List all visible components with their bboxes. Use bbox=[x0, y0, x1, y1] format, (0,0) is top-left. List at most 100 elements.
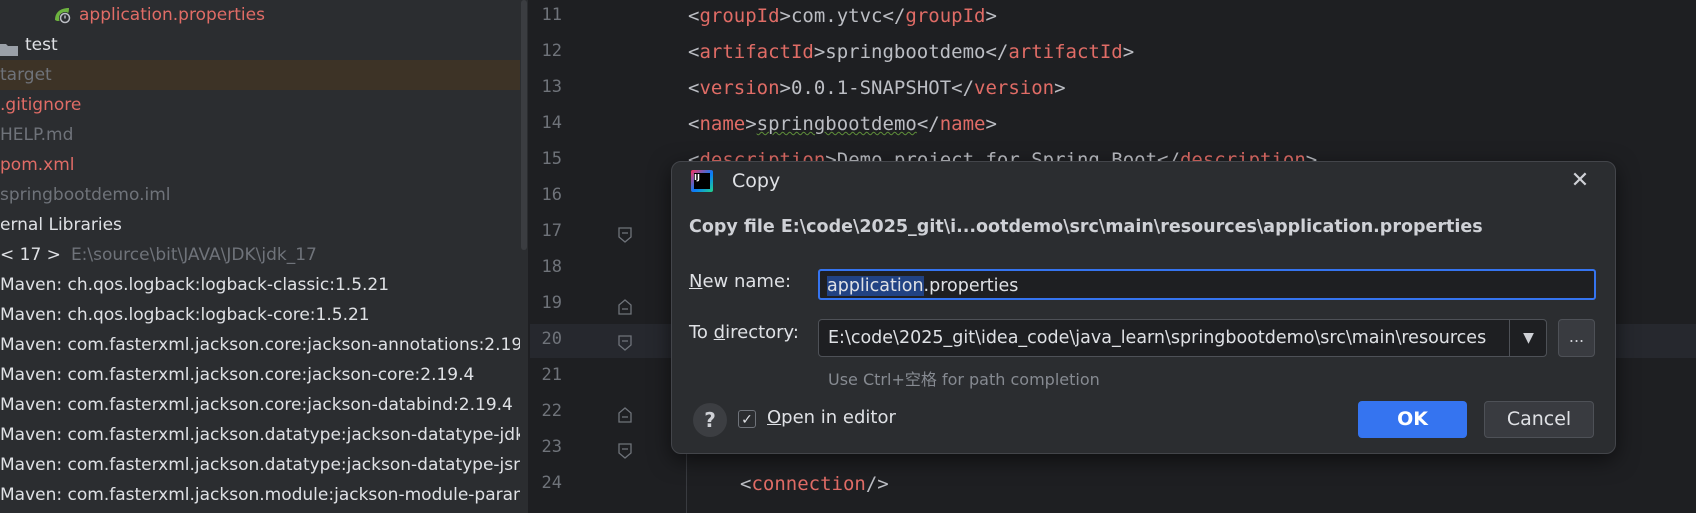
tree-item-label: Maven: com.fasterxml.jackson.core:jackso… bbox=[0, 395, 513, 415]
tree-item[interactable]: application.properties bbox=[0, 0, 528, 30]
new-name-label-text: ew name: bbox=[702, 271, 792, 292]
project-tree-scrollbar-thumb[interactable] bbox=[521, 0, 527, 250]
tree-item[interactable]: Maven: com.fasterxml.jackson.datatype:ja… bbox=[0, 450, 528, 480]
copy-dialog: IJ Copy ✕ Copy file E:\code\2025_git\i..… bbox=[671, 161, 1616, 454]
code-bracket: > bbox=[779, 5, 791, 27]
tree-item-label: Maven: com.fasterxml.jackson.datatype:ja… bbox=[0, 425, 528, 445]
new-name-input[interactable]: application.properties bbox=[818, 269, 1596, 300]
open-in-editor-label[interactable]: Open in editor bbox=[767, 407, 896, 428]
open-in-editor-mnemonic: O bbox=[767, 407, 782, 428]
code-bracket: < bbox=[688, 5, 700, 27]
close-icon[interactable]: ✕ bbox=[1566, 167, 1594, 195]
tree-item-label: springbootdemo.iml bbox=[0, 185, 171, 205]
line-number: 16 bbox=[541, 185, 562, 205]
xml-text: springbootdemo bbox=[825, 41, 986, 63]
fold-collapse-icon[interactable] bbox=[618, 227, 632, 243]
help-button[interactable]: ? bbox=[693, 403, 727, 437]
fold-collapse-icon[interactable] bbox=[618, 335, 632, 351]
code-line: <version>0.0.1-SNAPSHOT</version> bbox=[688, 77, 1066, 99]
tree-item[interactable]: ernal Libraries bbox=[0, 210, 528, 240]
tree-item-label: < 17 > bbox=[0, 245, 61, 265]
xml-tag: artifactId bbox=[1008, 41, 1123, 63]
dialog-heading: Copy file E:\code\2025_git\i...ootdemo\s… bbox=[689, 217, 1483, 237]
cancel-button[interactable]: Cancel bbox=[1484, 401, 1594, 438]
tree-item[interactable]: Maven: com.fasterxml.jackson.core:jackso… bbox=[0, 390, 528, 420]
xml-tag: name bbox=[699, 113, 746, 135]
line-number: 19 bbox=[541, 293, 562, 313]
tree-item-label: Maven: com.fasterxml.jackson.datatype:ja… bbox=[0, 455, 528, 475]
to-directory-mnemonic: d bbox=[713, 322, 726, 343]
code-line: <connection/> bbox=[740, 473, 889, 495]
code-bracket: > bbox=[779, 77, 791, 99]
to-directory-label-text: irectory: bbox=[725, 322, 799, 343]
xml-tag: groupId bbox=[905, 5, 986, 27]
new-name-label: New name: bbox=[689, 271, 791, 292]
tree-item[interactable]: test bbox=[0, 30, 528, 60]
line-number: 21 bbox=[541, 365, 562, 385]
folder-icon bbox=[0, 37, 18, 56]
code-line: <artifactId>springbootdemo</artifactId> bbox=[688, 41, 1134, 63]
ok-button[interactable]: OK bbox=[1358, 401, 1467, 438]
tree-item[interactable]: HELP.md bbox=[0, 120, 528, 150]
line-number: 13 bbox=[541, 77, 562, 97]
fold-collapse-icon[interactable] bbox=[618, 443, 632, 459]
logo-text: IJ bbox=[694, 173, 710, 189]
tree-item[interactable]: .gitignore bbox=[0, 90, 528, 120]
line-number: 18 bbox=[541, 257, 562, 277]
code-bracket: > bbox=[1122, 41, 1135, 63]
tree-item-label: Maven: com.fasterxml.jackson.core:jackso… bbox=[0, 365, 475, 385]
line-number: 14 bbox=[541, 113, 562, 133]
tree-item[interactable]: Maven: ch.qos.logback:logback-classic:1.… bbox=[0, 270, 528, 300]
browse-button[interactable]: ... bbox=[1558, 319, 1595, 357]
xml-tag: version bbox=[974, 77, 1055, 99]
to-directory-label: To directory: bbox=[689, 322, 799, 343]
intellij-logo-icon: IJ bbox=[691, 170, 713, 192]
spring-properties-icon bbox=[52, 5, 72, 25]
code-bracket: > bbox=[745, 113, 757, 135]
tree-item-path: E:\source\bit\JAVA\JDK\jdk_17 bbox=[70, 245, 317, 265]
tree-item-label: Maven: ch.qos.logback:logback-core:1.5.2… bbox=[0, 305, 370, 325]
new-name-mnemonic: N bbox=[689, 271, 703, 292]
line-number: 15 bbox=[541, 149, 562, 169]
open-in-editor-label-text: pen in editor bbox=[781, 407, 896, 428]
xml-tag: groupId bbox=[699, 5, 780, 27]
line-number: 22 bbox=[541, 401, 562, 421]
line-number: 24 bbox=[541, 473, 562, 493]
project-tree: application.properties test target .gitigno… bbox=[0, 0, 528, 513]
fold-end-icon[interactable] bbox=[618, 407, 632, 423]
xml-text: springbootdemo bbox=[756, 113, 917, 135]
xml-tag: artifactId bbox=[699, 41, 814, 63]
tree-item-label: Maven: ch.qos.logback:logback-classic:1.… bbox=[0, 275, 390, 295]
code-line: <groupId>com.ytvc</groupId> bbox=[688, 5, 997, 27]
xml-text: com.ytvc bbox=[790, 5, 883, 27]
code-bracket: > bbox=[985, 5, 997, 27]
line-number: 12 bbox=[541, 41, 562, 61]
tree-item-label: Maven: com.fasterxml.jackson.module:jack… bbox=[0, 485, 528, 505]
line-number: 23 bbox=[541, 437, 562, 457]
tree-item[interactable]: target bbox=[0, 60, 528, 90]
tree-item[interactable]: springbootdemo.iml bbox=[0, 180, 528, 210]
code-bracket: </ bbox=[916, 113, 940, 135]
code-bracket: > bbox=[985, 113, 997, 135]
code-bracket: </ bbox=[951, 77, 975, 99]
to-directory-label-pre: To bbox=[689, 322, 714, 343]
new-name-extension: .properties bbox=[923, 276, 1019, 296]
tree-item[interactable]: < 17 > E:\source\bit\JAVA\JDK\jdk_17 bbox=[0, 240, 528, 270]
fold-end-icon[interactable] bbox=[618, 299, 632, 315]
tree-item[interactable]: pom.xml bbox=[0, 150, 528, 180]
xml-tag: name bbox=[939, 113, 986, 135]
tree-item-label: Maven: com.fasterxml.jackson.core:jackso… bbox=[0, 335, 528, 355]
tree-item[interactable]: Maven: ch.qos.logback:logback-core:1.5.2… bbox=[0, 300, 528, 330]
code-bracket: < bbox=[688, 77, 700, 99]
tree-item[interactable]: Maven: com.fasterxml.jackson.core:jackso… bbox=[0, 360, 528, 390]
to-directory-combobox[interactable]: E:\code\2025_git\idea_code\java_learn\sp… bbox=[818, 319, 1547, 357]
tree-item[interactable]: Maven: com.fasterxml.jackson.module:jack… bbox=[0, 480, 528, 510]
tree-item-label: pom.xml bbox=[0, 155, 75, 175]
open-in-editor-checkbox[interactable]: ✓ bbox=[738, 410, 756, 428]
tree-item[interactable]: Maven: com.fasterxml.jackson.datatype:ja… bbox=[0, 420, 528, 450]
tree-item[interactable]: Maven: com.fasterxml.jackson.core:jackso… bbox=[0, 330, 528, 360]
tree-item-label: target bbox=[0, 65, 52, 85]
code-bracket: </ bbox=[882, 5, 906, 27]
chevron-down-icon[interactable]: ▼ bbox=[1509, 320, 1547, 356]
xml-text: 0.0.1-SNAPSHOT bbox=[790, 77, 952, 99]
